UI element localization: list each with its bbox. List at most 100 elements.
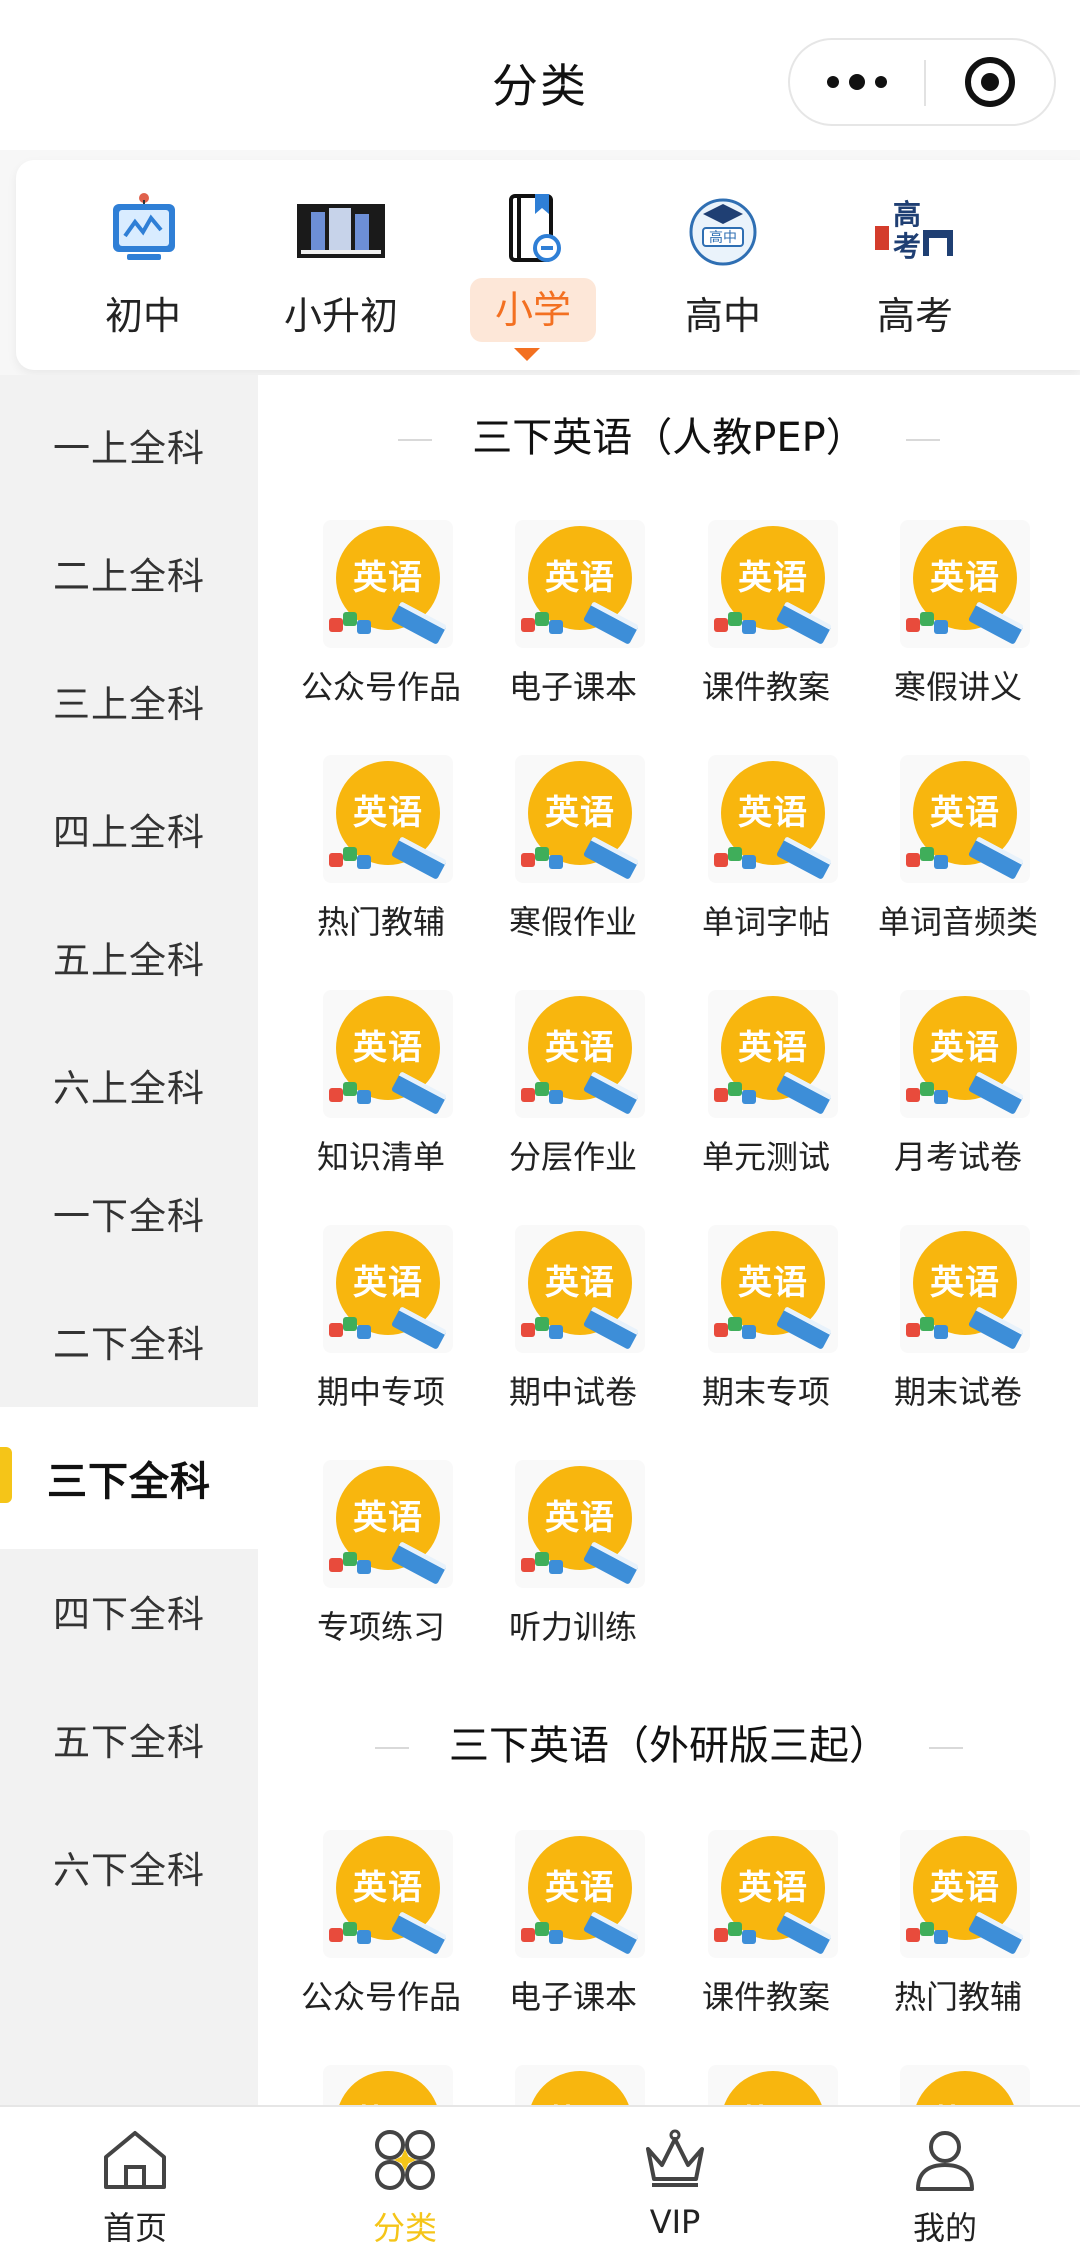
english-subject-icon: 英语 (515, 1830, 645, 1958)
icon-text: 英语 (930, 1868, 1000, 1908)
category-item-label: 电子课本 (508, 1978, 637, 2016)
sidebar-item-grade4-second[interactable]: 四下全科 (0, 1547, 258, 1675)
category-item-label: 期中试卷 (508, 1373, 637, 1411)
section-title: 三下英语（外研版三起） (258, 1713, 1080, 1771)
icon-text: 英语 (930, 558, 1000, 598)
english-subject-icon: 英语 (708, 755, 838, 883)
level-tab-primary[interactable]: 小学 (448, 190, 618, 360)
section-title-text: 三下英语（外研版三起） (449, 1723, 889, 1769)
category-item[interactable]: 英语电子课本 (478, 1830, 668, 2030)
icon-text: 英语 (900, 2095, 1030, 2105)
sidebar-item-grade6-first[interactable]: 六上全科 (0, 1021, 258, 1149)
category-item-label: 单元测试 (701, 1138, 830, 1176)
sidebar-item-grade5-second[interactable]: 五下全科 (0, 1675, 258, 1803)
icon-text: 英语 (930, 1028, 1000, 1068)
english-subject-icon: 英语 (323, 1225, 453, 1353)
category-item-label: 期末专项 (701, 1373, 830, 1411)
category-item[interactable]: 英语期末试卷 (863, 1225, 1053, 1425)
english-subject-icon: 英语 (323, 1460, 453, 1588)
icon-text: 英语 (930, 1263, 1000, 1303)
icon-text: 英语 (353, 1498, 423, 1538)
category-item[interactable]: 英语 单元测试 (671, 990, 861, 1190)
category-item-partial[interactable]: 英语 (286, 2065, 476, 2105)
english-subject-icon: 英语 (708, 520, 838, 648)
category-item-label: 单词字帖 (701, 903, 830, 941)
tab-mine[interactable]: 我的 (810, 2107, 1080, 2257)
tab-label: 我的 (912, 2209, 977, 2247)
category-item[interactable]: 英语 月考试卷 (863, 990, 1053, 1190)
sidebar-item-grade2-second[interactable]: 二下全科 (0, 1277, 258, 1405)
title-divider (398, 439, 433, 441)
category-item-partial[interactable]: 英语 (863, 2065, 1053, 2105)
sidebar-item-grade5-first[interactable]: 五上全科 (0, 893, 258, 1021)
crown-icon (646, 2129, 704, 2187)
sidebar-item-grade6-second[interactable]: 六下全科 (0, 1803, 258, 1931)
level-tab-gaokao[interactable]: 高 考 高考 (830, 190, 1000, 360)
english-subject-icon: 英语 (515, 755, 645, 883)
sidebar-item-grade3-second[interactable]: 三下全科 (0, 1407, 258, 1549)
level-tab-primary-to-junior[interactable]: 小升初 (256, 190, 426, 360)
category-item[interactable]: 英语 分层作业 (478, 990, 668, 1190)
icon-text: 英语 (353, 1868, 423, 1908)
category-item-label: 课件教案 (701, 1978, 830, 2016)
category-item-label: 期末试卷 (893, 1373, 1022, 1411)
icon-text: 英语 (545, 1498, 615, 1538)
category-item-partial[interactable]: 英语 (671, 2065, 861, 2105)
icon-text: 英语 (738, 1868, 808, 1908)
icon-text: 英语 (545, 558, 615, 598)
english-subject-icon: 英语 (515, 1225, 645, 1353)
category-item[interactable]: 英语知识清单 (286, 990, 476, 1190)
category-item[interactable]: 英语电子课本 (478, 520, 668, 720)
english-subject-icon: 英语 (708, 1225, 838, 1353)
icon-text: 英语 (708, 2095, 838, 2105)
sidebar-item-grade1-first[interactable]: 一上全科 (0, 381, 258, 509)
tab-vip[interactable]: VIP (540, 2107, 810, 2257)
icon-text: 英语 (738, 793, 808, 833)
sidebar-item-grade2-first[interactable]: 二上全科 (0, 509, 258, 637)
category-item[interactable]: 英语 单词音频类 (863, 755, 1053, 955)
graduation-badge-icon: 高中 (689, 198, 757, 266)
category-content: 三下英语（人教PEP） 英语 公众号作品 英语 电子课本 英语 课件教案 英语 寒假讲义 英语热… (258, 375, 1080, 2105)
sidebar-item-grade1-second[interactable]: 一下全科 (0, 1149, 258, 1277)
icon-text: 英语 (545, 1263, 615, 1303)
sidebar-item-grade3-first[interactable]: 三上全科 (0, 637, 258, 765)
category-item-label: 热门教辅 (893, 1978, 1022, 2016)
english-subject-icon: 英语 (900, 1830, 1030, 1958)
category-item[interactable]: 英语 寒假讲义 (863, 520, 1053, 720)
sidebar-item-grade4-first[interactable]: 四上全科 (0, 765, 258, 893)
icon-text: 英语 (545, 1028, 615, 1068)
category-item[interactable]: 英语课件教案 (671, 1830, 861, 2030)
english-subject-icon: 英语 (900, 1225, 1030, 1353)
category-item[interactable]: 英语期末专项 (671, 1225, 861, 1425)
icon-text: 英语 (353, 793, 423, 833)
category-item[interactable]: 英语 公众号作品 (286, 520, 476, 720)
tab-category[interactable]: 分类 (270, 2107, 540, 2257)
level-tab-senior[interactable]: 高中 高中 (638, 190, 808, 360)
more-menu-button[interactable] (790, 40, 924, 124)
icon-text: 英语 (738, 1263, 808, 1303)
category-item[interactable]: 英语期中专项 (286, 1225, 476, 1425)
tab-label: 分类 (372, 2209, 437, 2247)
tablet-chart-icon (113, 193, 175, 260)
home-icon (104, 2131, 166, 2189)
icon-text: 英语 (353, 1028, 423, 1068)
tab-home[interactable]: 首页 (0, 2107, 270, 2257)
category-item-label: 知识清单 (316, 1138, 445, 1176)
level-tab-junior[interactable]: 初中 (58, 190, 228, 360)
category-item[interactable]: 英语 热门教辅 (286, 755, 476, 955)
category-item-label: 期中专项 (316, 1373, 445, 1411)
category-item[interactable]: 英语 专项练习 (286, 1460, 476, 1660)
section-title: 三下英语（人教PEP） (258, 405, 1080, 463)
title-divider (375, 1747, 409, 1749)
category-item-label: 电子课本 (508, 668, 637, 706)
category-item-partial[interactable]: 英语 (478, 2065, 668, 2105)
category-item[interactable]: 英语单词字帖 (671, 755, 861, 955)
category-item[interactable]: 英语 课件教案 (671, 520, 861, 720)
close-miniprogram-button[interactable] (926, 40, 1054, 124)
category-item[interactable]: 英语热门教辅 (863, 1830, 1053, 2030)
category-item-label: 听力训练 (508, 1608, 637, 1646)
category-item[interactable]: 英语 寒假作业 (478, 755, 668, 955)
category-item[interactable]: 英语听力训练 (478, 1460, 668, 1660)
category-item[interactable]: 英语期中试卷 (478, 1225, 668, 1425)
category-item[interactable]: 英语 公众号作品 (286, 1830, 476, 2030)
